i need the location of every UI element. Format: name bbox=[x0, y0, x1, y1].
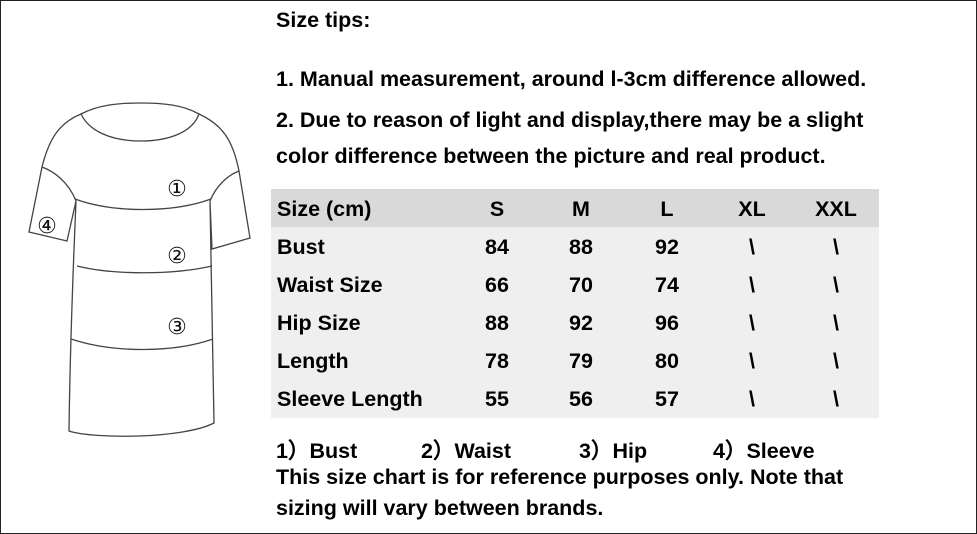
dress-diagram: ① ② ③ ④ bbox=[28, 102, 251, 437]
header-size-cm: Size (cm) bbox=[277, 197, 372, 221]
table-cell: 66 bbox=[485, 273, 509, 297]
legend-sleeve: 4）Sleeve bbox=[713, 439, 815, 463]
table-cell: 80 bbox=[655, 349, 679, 373]
table-cell: 88 bbox=[569, 235, 593, 259]
table-cell: \ bbox=[833, 235, 839, 259]
legend-hip: 3）Hip bbox=[579, 439, 648, 463]
dress-outline bbox=[28, 102, 251, 437]
table-cell: \ bbox=[833, 311, 839, 335]
table-cell: 88 bbox=[485, 311, 509, 335]
table-cell: 84 bbox=[485, 235, 509, 259]
tip-color-line1: 2. Due to reason of light and display,th… bbox=[276, 108, 864, 132]
table-cell: 56 bbox=[569, 387, 593, 411]
header-m: M bbox=[572, 197, 590, 221]
size-tips-title: Size tips: bbox=[276, 8, 371, 32]
size-table: Size (cm) S M L XL XXL Bust 84 88 92 \ \… bbox=[271, 189, 879, 418]
row-label-length: Length bbox=[277, 349, 349, 373]
legend-bust: 1）Bust bbox=[276, 439, 358, 463]
table-cell: 96 bbox=[655, 311, 679, 335]
table-cell: 79 bbox=[569, 349, 593, 373]
hip-line bbox=[70, 338, 214, 351]
table-cell: \ bbox=[833, 273, 839, 297]
table-cell: 78 bbox=[485, 349, 509, 373]
disclaimer-line1: This size chart is for reference purpose… bbox=[276, 465, 844, 489]
tip-color-line2: color difference between the picture and… bbox=[276, 144, 826, 168]
marker-bust: ① bbox=[167, 177, 187, 202]
table-cell: 70 bbox=[569, 273, 593, 297]
table-cell: \ bbox=[749, 349, 755, 373]
table-cell: \ bbox=[833, 387, 839, 411]
header-l: L bbox=[660, 197, 674, 221]
table-cell: \ bbox=[749, 311, 755, 335]
header-xxl: XXL bbox=[815, 197, 857, 221]
table-cell: \ bbox=[749, 387, 755, 411]
marker-hip: ③ bbox=[167, 315, 187, 340]
table-cell: 92 bbox=[655, 235, 679, 259]
marker-waist: ② bbox=[167, 244, 187, 269]
sleeve-seam-left bbox=[41, 166, 77, 202]
header-xl: XL bbox=[738, 197, 766, 221]
marker-sleeve: ④ bbox=[37, 214, 57, 239]
waist-line bbox=[76, 265, 213, 274]
table-cell: \ bbox=[833, 349, 839, 373]
size-chart-frame: ① ② ③ ④ Size tips: 1. Manual measurement… bbox=[0, 0, 977, 534]
row-label-bust: Bust bbox=[277, 235, 325, 259]
sleeve-seam-right bbox=[209, 170, 240, 202]
table-cell: 57 bbox=[655, 387, 679, 411]
table-cell: 74 bbox=[655, 273, 679, 297]
tip-measurement: 1. Manual measurement, around l-3cm diff… bbox=[276, 67, 867, 91]
row-label-sleeve: Sleeve Length bbox=[277, 387, 423, 411]
legend-waist: 2）Waist bbox=[421, 439, 511, 463]
table-cell: \ bbox=[749, 273, 755, 297]
neckline bbox=[80, 113, 200, 142]
bust-line bbox=[74, 198, 212, 211]
row-label-waist: Waist Size bbox=[277, 273, 383, 297]
table-cell: 92 bbox=[569, 311, 593, 335]
table-cell: \ bbox=[749, 235, 755, 259]
row-label-hip: Hip Size bbox=[277, 311, 361, 335]
disclaimer-line2: sizing will vary between brands. bbox=[276, 496, 604, 520]
header-s: S bbox=[489, 197, 505, 221]
table-cell: 55 bbox=[485, 387, 509, 411]
